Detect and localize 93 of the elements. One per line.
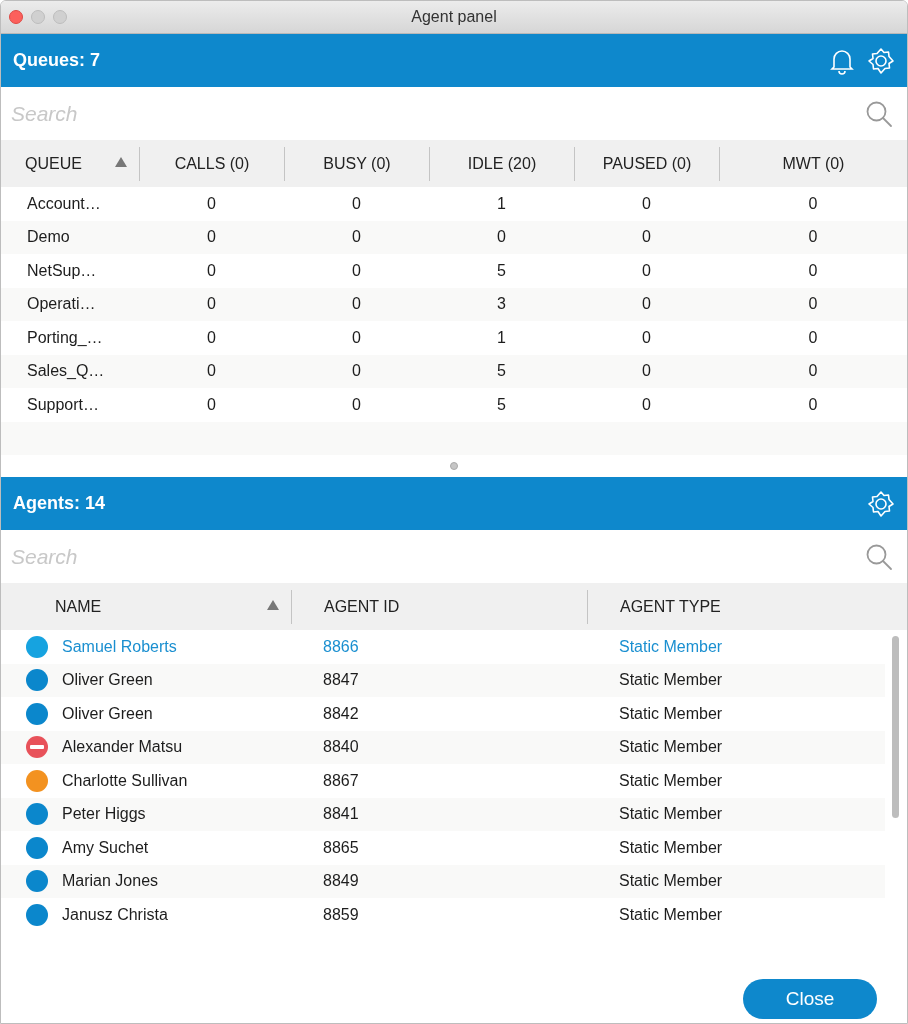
- agent-id: 8847: [322, 671, 360, 690]
- table-cell-text: NetSup…: [26, 261, 98, 280]
- table-cell-text: 1: [496, 328, 507, 347]
- agent-type: Static Member: [618, 671, 724, 690]
- agent-name: Oliver Green: [62, 704, 153, 723]
- agent-name: Samuel Roberts: [62, 637, 177, 656]
- table-cell-text: Account…: [26, 194, 102, 213]
- agent-name: Alexander Matsu: [62, 738, 183, 757]
- table-cell-text: 0: [206, 261, 217, 280]
- window-title: Agent panel: [411, 8, 497, 26]
- agent-name: Oliver Green: [62, 671, 153, 690]
- column-header[interactable]: PAUSED (0): [574, 146, 719, 181]
- agent-type: Static Member: [618, 805, 724, 824]
- table-cell-text: 0: [351, 362, 362, 381]
- table-cell-text: 0: [206, 362, 217, 381]
- table-cell-text: 0: [641, 228, 652, 247]
- table-cell-text: 0: [206, 228, 217, 247]
- agent-id: 8842: [322, 704, 360, 723]
- table-cell-text: 3: [496, 295, 507, 314]
- sort-arrow-icon: [115, 156, 127, 167]
- column-header[interactable]: MWT (0): [719, 146, 907, 181]
- close-button[interactable]: Close: [743, 979, 877, 1020]
- column-header[interactable]: NAME: [1, 589, 291, 624]
- table-cell-text: 0: [641, 395, 652, 414]
- search-icon[interactable]: [865, 542, 893, 571]
- scrollbar[interactable]: [892, 636, 899, 818]
- table-cell-text: 0: [641, 261, 652, 280]
- table-cell-text: 0: [206, 295, 217, 314]
- table-cell-text: 0: [351, 328, 362, 347]
- agent-type: Static Member: [618, 704, 724, 723]
- table-cell-text: Porting_…: [26, 328, 104, 347]
- table-cell-text: 0: [351, 395, 362, 414]
- agent-type: Static Member: [618, 771, 724, 790]
- settings-icon[interactable]: [867, 46, 895, 75]
- column-header[interactable]: AGENT ID: [291, 589, 587, 624]
- agent-id: 8849: [322, 872, 360, 891]
- agent-id: 8840: [322, 738, 360, 757]
- sort-arrow-icon: [267, 599, 279, 610]
- column-header[interactable]: AGENT TYPE: [587, 589, 907, 624]
- agent-type: Static Member: [618, 872, 724, 891]
- queues-title: Queues: 7: [13, 50, 101, 71]
- agent-name: Amy Suchet: [62, 838, 149, 857]
- minimize-window-button[interactable]: [31, 10, 45, 24]
- agent-id: 8859: [322, 905, 360, 924]
- table-cell-text: 1: [496, 194, 507, 213]
- agent-type: Static Member: [618, 637, 724, 656]
- table-cell-text: Demo: [26, 228, 71, 247]
- settings-icon[interactable]: [867, 489, 895, 518]
- table-cell-text: 0: [807, 228, 819, 247]
- agent-type: Static Member: [618, 905, 724, 924]
- agent-id: 8865: [322, 838, 360, 857]
- agent-id: 8866: [322, 637, 360, 656]
- zoom-window-button[interactable]: [53, 10, 67, 24]
- table-cell-text: 0: [641, 194, 652, 213]
- table-cell-text: 0: [641, 362, 652, 381]
- splitter-handle[interactable]: [450, 462, 458, 470]
- table-cell-text: 0: [641, 328, 652, 347]
- table-cell-text: 0: [807, 194, 819, 213]
- table-cell-text: 0: [351, 295, 362, 314]
- agent-id: 8867: [322, 771, 360, 790]
- table-cell-text: 0: [807, 261, 819, 280]
- table-cell-text: 0: [807, 395, 819, 414]
- table-cell-text: 0: [496, 228, 507, 247]
- table-cell-text: 0: [206, 395, 217, 414]
- table-cell-text: Sales_Q…: [26, 362, 106, 381]
- agent-name: Marian Jones: [62, 872, 159, 891]
- agent-type: Static Member: [618, 738, 724, 757]
- column-header[interactable]: IDLE (20): [429, 146, 574, 181]
- table-cell-text: 5: [496, 395, 507, 414]
- table-cell-text: 0: [351, 261, 362, 280]
- agent-id: 8841: [322, 805, 360, 824]
- agent-name: Charlotte Sullivan: [62, 771, 188, 790]
- close-window-button[interactable]: [9, 10, 23, 24]
- column-header[interactable]: QUEUE: [1, 146, 139, 181]
- table-cell-text: Support…: [26, 395, 101, 414]
- table-cell-text: 0: [351, 194, 362, 213]
- table-cell-text: 0: [807, 362, 819, 381]
- agent-name: Peter Higgs: [62, 805, 146, 824]
- table-cell-text: 0: [206, 194, 217, 213]
- table-cell-text: 0: [641, 295, 652, 314]
- table-cell-text: Operati…: [26, 295, 97, 314]
- column-header[interactable]: CALLS (0): [139, 146, 284, 181]
- agent-name: Janusz Christa: [62, 905, 168, 924]
- agents-title: Agents: 14: [13, 493, 106, 514]
- table-cell-text: 5: [496, 261, 507, 280]
- search-icon[interactable]: [865, 99, 893, 128]
- table-cell-text: 0: [807, 295, 819, 314]
- agent-type: Static Member: [618, 838, 724, 857]
- column-header[interactable]: BUSY (0): [284, 146, 429, 181]
- table-cell-text: 0: [206, 328, 217, 347]
- table-cell-text: 0: [807, 328, 819, 347]
- table-cell-text: 0: [351, 228, 362, 247]
- table-cell-text: 5: [496, 362, 507, 381]
